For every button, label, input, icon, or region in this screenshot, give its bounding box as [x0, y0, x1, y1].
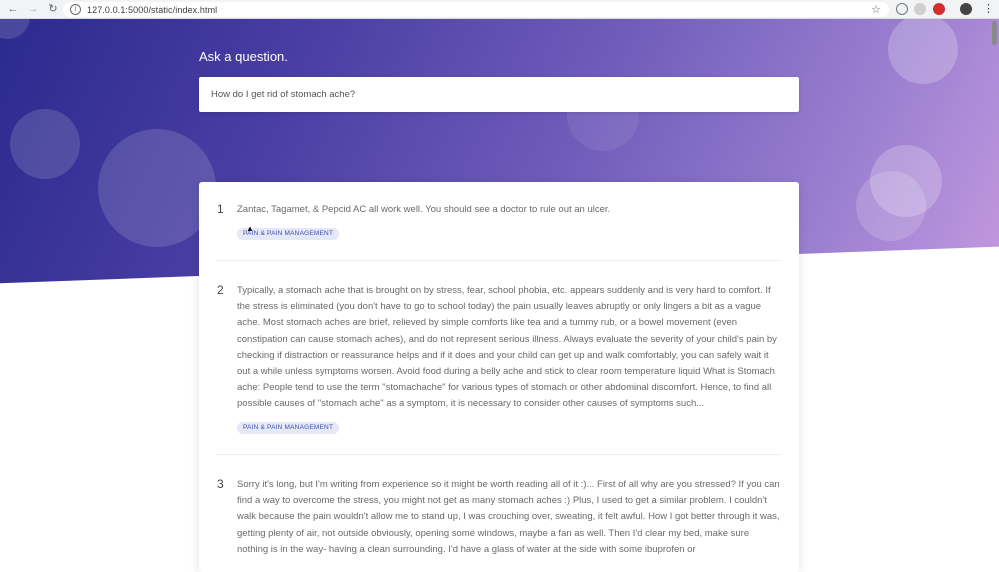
address-bar[interactable]: i 127.0.0.1:5000/static/index.html ☆: [63, 2, 889, 17]
result-rank: 2: [217, 283, 224, 297]
back-icon[interactable]: ←: [6, 2, 20, 16]
page-title: Ask a question.: [199, 49, 288, 64]
results-card: 1 Zantac, Tagamet, & Pepcid AC all work …: [199, 182, 799, 572]
info-icon[interactable]: i: [70, 4, 81, 15]
result-divider: [217, 454, 781, 455]
result-rank: 1: [217, 202, 224, 216]
mouse-cursor-icon: ▲: [246, 224, 254, 233]
extension-icon[interactable]: [933, 3, 945, 15]
decor-bubble: [888, 19, 958, 84]
extension-icon[interactable]: [896, 3, 908, 15]
search-input[interactable]: [199, 77, 799, 112]
category-tag[interactable]: PAIN & PAIN MANAGEMENT: [237, 422, 340, 434]
result-text: Zantac, Tagamet, & Pepcid AC all work we…: [237, 204, 611, 215]
decor-bubble: [0, 19, 30, 39]
decor-bubble: [856, 171, 926, 241]
reload-icon[interactable]: ↻: [46, 2, 60, 16]
forward-icon[interactable]: →: [26, 2, 40, 16]
result-text: Typically, a stomach ache that is brough…: [237, 285, 777, 410]
star-icon[interactable]: ☆: [871, 3, 881, 16]
address-url[interactable]: 127.0.0.1:5000/static/index.html: [87, 5, 217, 15]
result-text: Sorry it's long, but I'm writing from ex…: [237, 479, 780, 555]
profile-icon[interactable]: [960, 3, 972, 15]
decor-bubble: [10, 109, 80, 179]
browser-toolbar: ← → ↻ i 127.0.0.1:5000/static/index.html…: [0, 0, 999, 19]
menu-icon[interactable]: ⋮: [983, 2, 994, 15]
result-divider: [217, 260, 781, 261]
extension-icon[interactable]: [914, 3, 926, 15]
result-rank: 3: [217, 477, 224, 491]
page-scrollbar[interactable]: [992, 21, 997, 45]
